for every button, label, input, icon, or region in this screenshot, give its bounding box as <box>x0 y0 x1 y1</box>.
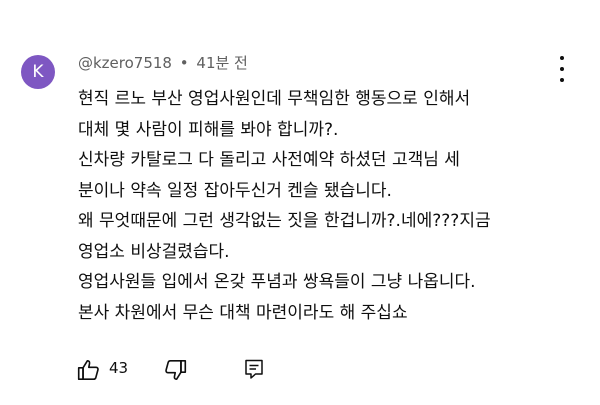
comment-line: 본사 차원에서 무슨 대책 마련이라도 해 주십쇼 <box>78 302 408 323</box>
like-count: 43 <box>109 359 129 377</box>
comment-line: 왜 무엇때문에 그런 생각없는 짓을 한겁니까?.네에???지금 <box>78 211 491 231</box>
more-vert-icon[interactable] <box>552 56 572 82</box>
comment-line: 영업사원들 입에서 온갖 푸념과 쌍욕들이 그냥 나옵니다. <box>78 272 476 292</box>
comment-line: 현직 르노 부산 영업사원인데 무책임한 행동으로 인해서 <box>78 89 471 109</box>
avatar[interactable]: K <box>21 55 55 89</box>
comment-actions: 43 <box>76 357 276 383</box>
thumbs-up-icon[interactable] <box>76 357 102 383</box>
comment-header: @kzero7518 • 41분 전 <box>78 52 248 73</box>
comment: K @kzero7518 • 41분 전 현직 르노 부산 영업사원인데 무책임… <box>0 0 600 405</box>
comment-line: 신차량 카탈로그 다 돌리고 사전예약 하셨던 고객님 세 <box>78 150 460 170</box>
reply-icon[interactable] <box>242 357 266 381</box>
thumbs-down-icon[interactable] <box>162 357 188 383</box>
timestamp[interactable]: 41분 전 <box>196 54 247 72</box>
comment-line: 대체 몇 사람이 피해를 봐야 합니까?. <box>78 119 339 140</box>
comment-text: 현직 르노 부산 영업사원인데 무책임한 행동으로 인해서 대체 몇 사람이 피… <box>78 84 583 328</box>
separator-dot: • <box>179 54 189 72</box>
comment-line: 영업소 비상걸렸습다. <box>78 241 230 262</box>
comment-line: 분이나 약속 일정 잡아두신거 켄슬 됐습니다. <box>78 180 392 201</box>
author-name[interactable]: @kzero7518 <box>78 54 172 72</box>
